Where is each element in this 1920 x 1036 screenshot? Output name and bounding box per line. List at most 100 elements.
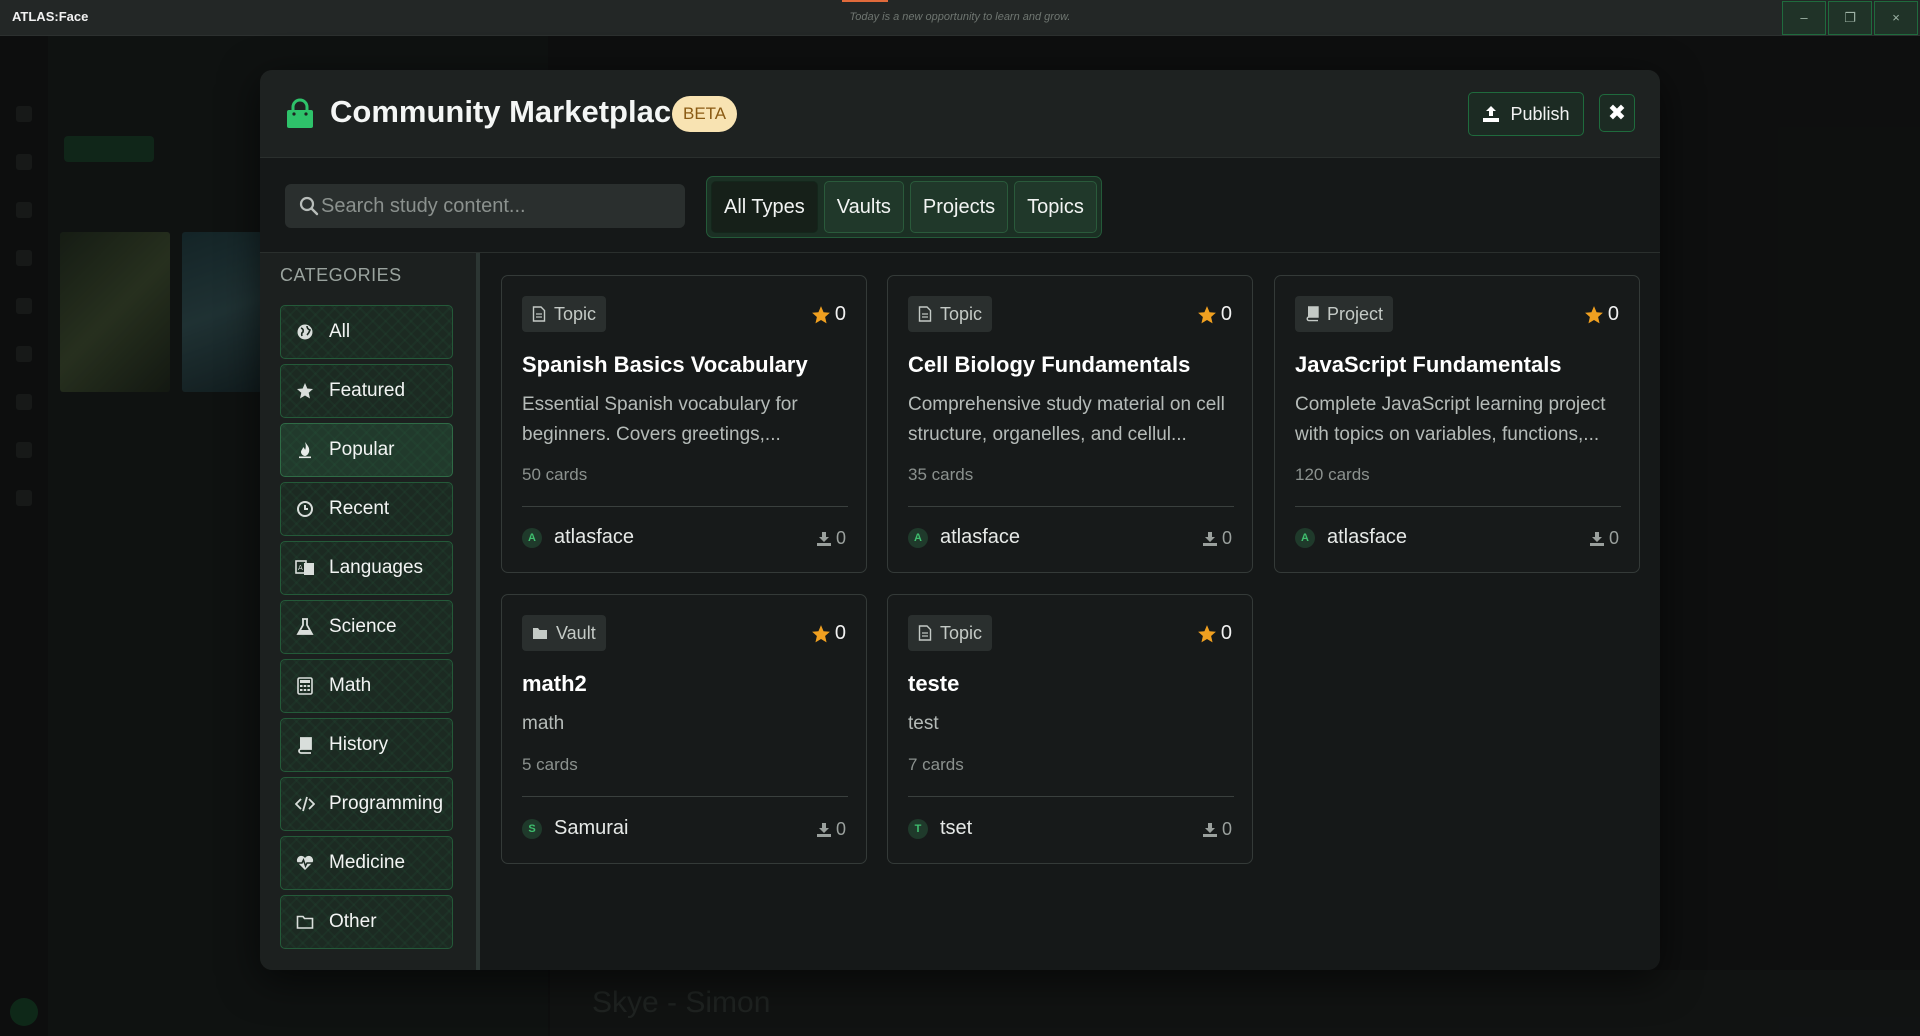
category-other[interactable]: Other: [280, 895, 453, 949]
rating-value: 0: [1607, 303, 1619, 325]
close-modal-button[interactable]: ✖: [1599, 94, 1635, 132]
category-popular[interactable]: Popular: [280, 423, 453, 477]
filter-all-types[interactable]: All Types: [711, 181, 818, 233]
card-title: Spanish Basics Vocabulary: [522, 352, 808, 377]
card-count: 50 cards: [522, 465, 588, 484]
card-title: teste: [908, 671, 960, 696]
filter-projects[interactable]: Projects: [909, 181, 1009, 233]
rating: 0: [811, 303, 846, 326]
star-icon: [1197, 624, 1216, 642]
filter-topics[interactable]: Topics: [1014, 181, 1097, 233]
category-science[interactable]: Science: [280, 600, 453, 654]
svg-text:A: A: [298, 564, 303, 572]
category-programming[interactable]: Programming: [280, 777, 453, 831]
downloads-value: 0: [1221, 819, 1232, 839]
card-count: 5 cards: [522, 755, 578, 774]
type-chip: Topic: [908, 296, 993, 332]
rating-value: 0: [834, 303, 846, 325]
card-count: 35 cards: [908, 465, 974, 484]
category-math[interactable]: Math: [280, 659, 453, 713]
card-count: 7 cards: [908, 755, 964, 774]
card-divider: [1295, 506, 1621, 507]
type-chip: Topic: [522, 296, 607, 332]
publish-label: Publish: [1510, 103, 1570, 124]
card-description: math: [522, 713, 565, 734]
downloads-value: 0: [1221, 528, 1232, 548]
folder-icon: [533, 628, 547, 639]
document-icon: [918, 306, 932, 322]
search-input[interactable]: [321, 194, 661, 218]
category-medicine[interactable]: Medicine: [280, 836, 453, 890]
calculator-icon: [295, 676, 315, 696]
categories-sidebar: CATEGORIES All Featured Popular Recent A…: [260, 253, 480, 970]
content-card-spanish[interactable]: Topic 0 Spanish Basics Vocabulary Essent…: [501, 275, 867, 573]
category-languages[interactable]: A Languages: [280, 541, 453, 595]
rating-value: 0: [1220, 622, 1232, 644]
card-title: math2: [522, 671, 587, 696]
type-label: Project: [1327, 303, 1384, 324]
card-description: Essential Spanish vocabulary for beginne…: [522, 394, 798, 445]
title-accent-line: [842, 0, 888, 2]
type-filter-group: All Types Vaults Projects Topics: [706, 176, 1102, 238]
card-divider: [522, 796, 848, 797]
type-chip: Project: [1295, 296, 1394, 332]
heartbeat-icon: [295, 853, 315, 873]
fire-icon: [295, 440, 315, 460]
download-count: 0: [1589, 528, 1619, 549]
clock-icon: [295, 499, 315, 519]
filter-vaults[interactable]: Vaults: [823, 181, 904, 233]
close-window-button[interactable]: ×: [1874, 1, 1918, 35]
download-icon: [816, 531, 831, 546]
document-icon: [532, 306, 546, 322]
category-label: Math: [329, 675, 372, 696]
rating-value: 0: [1220, 303, 1232, 325]
star-icon: [1197, 305, 1216, 323]
category-all[interactable]: All: [280, 305, 453, 359]
author-name: atlasface: [554, 526, 635, 548]
content-card-math2[interactable]: Vault 0 math2 math 5 cards S Samurai 0: [501, 594, 867, 864]
type-label: Topic: [940, 303, 983, 324]
card-divider: [908, 796, 1234, 797]
card-divider: [908, 506, 1234, 507]
book-icon: [295, 735, 315, 755]
content-card-cell-biology[interactable]: Topic 0 Cell Biology Fundamentals Compre…: [887, 275, 1253, 573]
star-icon: [811, 624, 830, 642]
download-count: 0: [1202, 819, 1232, 840]
upload-icon: [1483, 106, 1500, 122]
search-icon: [299, 196, 319, 216]
content-card-javascript[interactable]: Project 0 JavaScript Fundamentals Comple…: [1274, 275, 1640, 573]
author-name: tset: [940, 817, 973, 839]
search-box[interactable]: [285, 184, 685, 228]
star-icon: [295, 381, 315, 401]
category-label: History: [329, 734, 389, 755]
card-title: JavaScript Fundamentals: [1295, 352, 1562, 377]
download-icon: [1202, 822, 1217, 837]
category-featured[interactable]: Featured: [280, 364, 453, 418]
rating: 0: [811, 622, 846, 645]
download-count: 0: [816, 528, 846, 549]
globe-icon: [295, 322, 315, 342]
type-label: Topic: [554, 303, 597, 324]
publish-button[interactable]: Publish: [1468, 92, 1584, 136]
category-label: All: [329, 321, 351, 342]
type-label: Topic: [940, 622, 983, 643]
maximize-button[interactable]: ❐: [1828, 1, 1872, 35]
content-card-teste[interactable]: Topic 0 teste test 7 cards T tset 0: [887, 594, 1253, 864]
flask-icon: [295, 617, 315, 637]
downloads-value: 0: [835, 528, 846, 548]
card-author: A atlasface: [522, 526, 634, 549]
category-label: Programming: [329, 793, 444, 814]
category-recent[interactable]: Recent: [280, 482, 453, 536]
avatar: S: [522, 818, 542, 839]
card-author: S Samurai: [522, 817, 628, 840]
category-history[interactable]: History: [280, 718, 453, 772]
rating: 0: [1584, 303, 1619, 326]
marketplace-modal: Community Marketplace BETA Publish ✖ All…: [260, 70, 1660, 970]
minimize-button[interactable]: –: [1782, 1, 1826, 35]
avatar: A: [1295, 527, 1315, 548]
type-label: Vault: [556, 622, 596, 643]
language-icon: A: [295, 558, 315, 578]
book-icon: [1306, 306, 1319, 322]
download-icon: [816, 822, 831, 837]
rating-value: 0: [834, 622, 846, 644]
